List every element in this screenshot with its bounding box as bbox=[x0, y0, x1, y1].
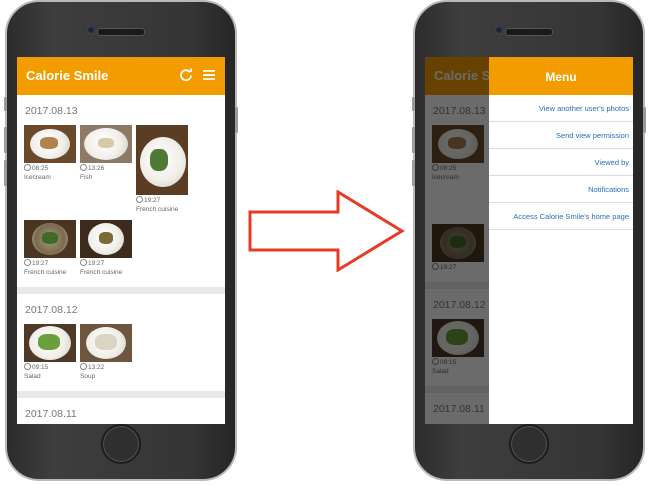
photo-card[interactable]: 09:15 Salad bbox=[24, 324, 76, 381]
power-button bbox=[643, 107, 646, 133]
power-button bbox=[235, 107, 238, 133]
photo-label: Fish bbox=[80, 174, 93, 181]
app-title: Calorie Smile bbox=[26, 68, 109, 83]
photo-time: 19:27 bbox=[144, 197, 161, 204]
menu-item-send-view-permission[interactable]: Send view permission bbox=[489, 122, 633, 149]
clock-icon bbox=[136, 196, 143, 203]
photo-time: 13:26 bbox=[88, 165, 105, 172]
photo-time: 08:25 bbox=[32, 165, 49, 172]
section-divider bbox=[17, 287, 225, 294]
photo-label: French cuisine bbox=[80, 269, 123, 276]
volume-down-button bbox=[412, 160, 415, 186]
photo-card[interactable]: 19:27 French cuisine bbox=[24, 220, 76, 277]
phone-right: Calorie Smile 2017.08.13 08:25 Icecream bbox=[412, 0, 646, 481]
menu-item-view-other-photos[interactable]: View another user's photos bbox=[489, 95, 633, 122]
food-photo[interactable] bbox=[24, 324, 76, 362]
side-menu: Menu View another user's photos Send vie… bbox=[489, 57, 633, 424]
photo-card[interactable]: 08:25 Icecream bbox=[24, 125, 76, 214]
volume-down-button bbox=[4, 160, 7, 186]
phone-left: Calorie Smile 2017.08.13 08:25 Icecream … bbox=[4, 0, 238, 481]
mute-switch bbox=[4, 97, 7, 111]
screen-feed: Calorie Smile 2017.08.13 08:25 Icecream … bbox=[17, 57, 225, 424]
photo-label: French cuisine bbox=[136, 206, 179, 213]
section-date: 2017.08.11 bbox=[25, 408, 77, 420]
screen-menu-open: Calorie Smile 2017.08.13 08:25 Icecream bbox=[425, 57, 633, 424]
clock-icon bbox=[24, 164, 31, 171]
food-photo[interactable] bbox=[80, 125, 132, 163]
food-photo[interactable] bbox=[80, 324, 132, 362]
photo-time: 19:27 bbox=[88, 260, 105, 267]
menu-item-home-page[interactable]: Access Calorie Smile's home page bbox=[489, 203, 633, 230]
speaker bbox=[505, 28, 553, 36]
dim-overlay[interactable] bbox=[425, 57, 489, 424]
clock-icon bbox=[80, 363, 87, 370]
photo-card[interactable]: 19:27 French cuisine bbox=[136, 125, 188, 214]
front-camera bbox=[87, 26, 95, 34]
refresh-icon[interactable] bbox=[179, 68, 193, 82]
clock-icon bbox=[80, 164, 87, 171]
photo-card[interactable]: 13:26 Fish bbox=[80, 125, 132, 214]
photo-card[interactable]: 13:22 Soup bbox=[80, 324, 132, 381]
food-photo[interactable] bbox=[24, 125, 76, 163]
photo-feed: 2017.08.13 08:25 Icecream bbox=[17, 95, 225, 424]
photo-time: 13:22 bbox=[88, 364, 105, 371]
mute-switch bbox=[412, 97, 415, 111]
photo-time: 19:27 bbox=[32, 260, 49, 267]
speaker bbox=[97, 28, 145, 36]
home-button[interactable] bbox=[509, 424, 549, 464]
food-photo[interactable] bbox=[24, 220, 76, 258]
food-photo[interactable] bbox=[136, 125, 188, 195]
app-header: Calorie Smile bbox=[17, 57, 225, 95]
menu-title: Menu bbox=[489, 57, 633, 95]
section-date: 2017.08.13 bbox=[25, 105, 78, 117]
volume-up-button bbox=[4, 127, 7, 153]
photo-label: Soup bbox=[80, 373, 96, 380]
photo-label: French cuisine bbox=[24, 269, 67, 276]
section-date: 2017.08.12 bbox=[25, 304, 78, 316]
food-photo[interactable] bbox=[80, 220, 132, 258]
home-button[interactable] bbox=[101, 424, 141, 464]
clock-icon bbox=[24, 363, 31, 370]
right-arrow bbox=[248, 190, 405, 272]
day-section: 2017.08.12 09:15 Salad bbox=[17, 294, 225, 391]
menu-item-notifications[interactable]: Notifications bbox=[489, 176, 633, 203]
section-divider bbox=[17, 391, 225, 398]
volume-up-button bbox=[412, 127, 415, 153]
hamburger-menu-icon[interactable] bbox=[202, 68, 216, 82]
photo-label: Salad bbox=[24, 373, 41, 380]
photo-label: Icecream bbox=[24, 174, 51, 181]
front-camera bbox=[495, 26, 503, 34]
clock-icon bbox=[24, 259, 31, 266]
day-section: 2017.08.13 08:25 Icecream bbox=[17, 95, 225, 287]
menu-item-viewed-by[interactable]: Viewed by bbox=[489, 149, 633, 176]
day-section: 2017.08.11 bbox=[17, 398, 225, 424]
photo-time: 09:15 bbox=[32, 364, 49, 371]
clock-icon bbox=[80, 259, 87, 266]
photo-card[interactable]: 19:27 French cuisine bbox=[80, 220, 132, 277]
